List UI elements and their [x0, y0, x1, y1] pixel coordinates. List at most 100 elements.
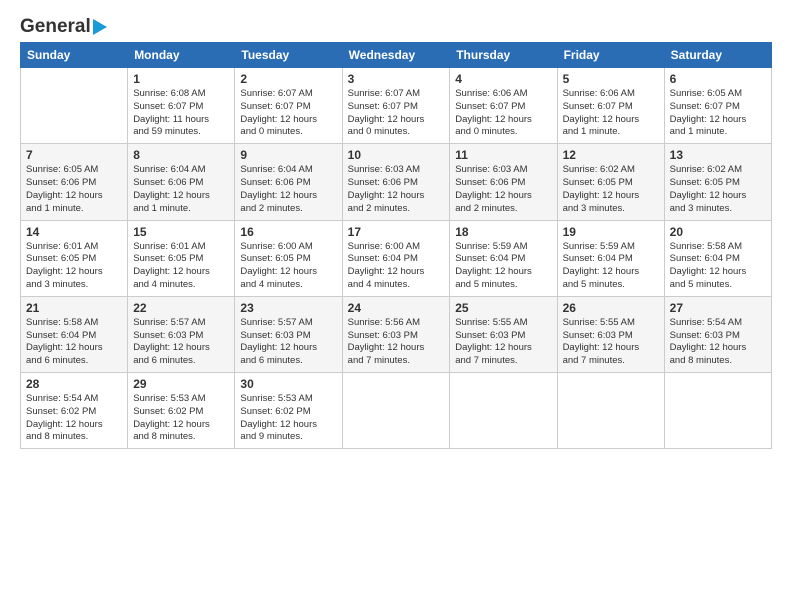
calendar-cell	[664, 373, 771, 449]
day-info: Sunrise: 5:54 AM Sunset: 6:03 PM Dayligh…	[670, 317, 766, 368]
calendar-header: SundayMondayTuesdayWednesdayThursdayFrid…	[21, 43, 772, 68]
calendar-body: 1 Sunrise: 6:08 AM Sunset: 6:07 PM Daylig…	[21, 68, 772, 449]
day-info: Sunrise: 5:55 AM Sunset: 6:03 PM Dayligh…	[563, 317, 659, 368]
calendar-cell: 25Sunrise: 5:55 AM Sunset: 6:03 PM Dayli…	[450, 296, 557, 372]
calendar-cell: 18Sunrise: 5:59 AM Sunset: 6:04 PM Dayli…	[450, 220, 557, 296]
calendar-cell: 3 Sunrise: 6:07 AM Sunset: 6:07 PM Daylig…	[342, 68, 450, 144]
week-row: 14 Sunrise: 6:01 AM Sunset: 6:05 PM Dayli…	[21, 220, 772, 296]
day-info: Sunrise: 5:56 AM Sunset: 6:03 PM Dayligh…	[348, 317, 445, 368]
col-header-sunday: Sunday	[21, 43, 128, 68]
calendar-cell: 26 Sunrise: 5:55 AM Sunset: 6:03 PM Dayli…	[557, 296, 664, 372]
calendar-cell: 7 Sunrise: 6:05 AM Sunset: 6:06 PM Daylig…	[21, 144, 128, 220]
week-row: 21 Sunrise: 5:58 AM Sunset: 6:04 PM Dayli…	[21, 296, 772, 372]
day-info: Sunrise: 6:05 AM Sunset: 6:06 PM Dayligh…	[26, 164, 122, 215]
day-info: Sunrise: 5:59 AM Sunset: 6:04 PM Dayligh…	[455, 241, 551, 292]
day-info: Sunrise: 6:05 AM Sunset: 6:07 PM Dayligh…	[670, 88, 766, 139]
calendar-cell: 12 Sunrise: 6:02 AM Sunset: 6:05 PM Dayli…	[557, 144, 664, 220]
calendar-cell: 23Sunrise: 5:57 AM Sunset: 6:03 PM Dayli…	[235, 296, 342, 372]
day-info: Sunrise: 5:59 AM Sunset: 6:04 PM Dayligh…	[563, 241, 659, 292]
logo: General	[20, 16, 107, 36]
day-info: Sunrise: 6:06 AM Sunset: 6:07 PM Dayligh…	[563, 88, 659, 139]
day-number: 22	[133, 301, 229, 315]
day-info: Sunrise: 6:02 AM Sunset: 6:05 PM Dayligh…	[670, 164, 766, 215]
calendar-cell	[342, 373, 450, 449]
day-number: 12	[563, 148, 659, 162]
calendar-cell: 19 Sunrise: 5:59 AM Sunset: 6:04 PM Dayli…	[557, 220, 664, 296]
calendar-cell: 27Sunrise: 5:54 AM Sunset: 6:03 PM Dayli…	[664, 296, 771, 372]
day-number: 14	[26, 225, 122, 239]
calendar-cell: 24 Sunrise: 5:56 AM Sunset: 6:03 PM Dayli…	[342, 296, 450, 372]
calendar-cell: 8 Sunrise: 6:04 AM Sunset: 6:06 PM Daylig…	[128, 144, 235, 220]
calendar-cell: 5 Sunrise: 6:06 AM Sunset: 6:07 PM Daylig…	[557, 68, 664, 144]
col-header-wednesday: Wednesday	[342, 43, 450, 68]
week-row: 1 Sunrise: 6:08 AM Sunset: 6:07 PM Daylig…	[21, 68, 772, 144]
calendar-cell: 9 Sunrise: 6:04 AM Sunset: 6:06 PM Daylig…	[235, 144, 342, 220]
day-info: Sunrise: 6:03 AM Sunset: 6:06 PM Dayligh…	[348, 164, 445, 215]
calendar-cell: 1 Sunrise: 6:08 AM Sunset: 6:07 PM Daylig…	[128, 68, 235, 144]
day-number: 10	[348, 148, 445, 162]
day-number: 1	[133, 72, 229, 86]
logo-general: General	[20, 16, 91, 38]
day-info: Sunrise: 5:55 AM Sunset: 6:03 PM Dayligh…	[455, 317, 551, 368]
calendar-cell: 28Sunrise: 5:54 AM Sunset: 6:02 PM Dayli…	[21, 373, 128, 449]
day-number: 21	[26, 301, 122, 315]
day-info: Sunrise: 6:04 AM Sunset: 6:06 PM Dayligh…	[133, 164, 229, 215]
day-info: Sunrise: 6:03 AM Sunset: 6:06 PM Dayligh…	[455, 164, 551, 215]
day-number: 13	[670, 148, 766, 162]
day-info: Sunrise: 6:00 AM Sunset: 6:04 PM Dayligh…	[348, 241, 445, 292]
logo-arrow-icon	[93, 19, 107, 35]
calendar-cell: 13 Sunrise: 6:02 AM Sunset: 6:05 PM Dayli…	[664, 144, 771, 220]
calendar-cell	[21, 68, 128, 144]
day-info: Sunrise: 5:53 AM Sunset: 6:02 PM Dayligh…	[240, 393, 336, 444]
calendar-cell: 6 Sunrise: 6:05 AM Sunset: 6:07 PM Daylig…	[664, 68, 771, 144]
calendar-cell: 15 Sunrise: 6:01 AM Sunset: 6:05 PM Dayli…	[128, 220, 235, 296]
calendar-cell	[557, 373, 664, 449]
day-number: 30	[240, 377, 336, 391]
calendar-cell	[450, 373, 557, 449]
col-header-monday: Monday	[128, 43, 235, 68]
day-info: Sunrise: 6:04 AM Sunset: 6:06 PM Dayligh…	[240, 164, 336, 215]
day-number: 29	[133, 377, 229, 391]
calendar-cell: 14 Sunrise: 6:01 AM Sunset: 6:05 PM Dayli…	[21, 220, 128, 296]
calendar-cell: 11Sunrise: 6:03 AM Sunset: 6:06 PM Dayli…	[450, 144, 557, 220]
day-info: Sunrise: 6:07 AM Sunset: 6:07 PM Dayligh…	[348, 88, 445, 139]
calendar-cell: 29 Sunrise: 5:53 AM Sunset: 6:02 PM Dayli…	[128, 373, 235, 449]
day-info: Sunrise: 6:02 AM Sunset: 6:05 PM Dayligh…	[563, 164, 659, 215]
day-number: 3	[348, 72, 445, 86]
day-number: 20	[670, 225, 766, 239]
day-info: Sunrise: 5:57 AM Sunset: 6:03 PM Dayligh…	[240, 317, 336, 368]
day-number: 24	[348, 301, 445, 315]
header: General	[20, 16, 772, 36]
day-number: 5	[563, 72, 659, 86]
col-header-tuesday: Tuesday	[235, 43, 342, 68]
day-number: 17	[348, 225, 445, 239]
day-info: Sunrise: 6:00 AM Sunset: 6:05 PM Dayligh…	[240, 241, 336, 292]
day-number: 6	[670, 72, 766, 86]
week-row: 7 Sunrise: 6:05 AM Sunset: 6:06 PM Daylig…	[21, 144, 772, 220]
day-number: 9	[240, 148, 336, 162]
calendar-cell: 16 Sunrise: 6:00 AM Sunset: 6:05 PM Dayli…	[235, 220, 342, 296]
calendar-cell: 2Sunrise: 6:07 AM Sunset: 6:07 PM Daylig…	[235, 68, 342, 144]
day-info: Sunrise: 6:01 AM Sunset: 6:05 PM Dayligh…	[133, 241, 229, 292]
day-number: 8	[133, 148, 229, 162]
calendar-cell: 17 Sunrise: 6:00 AM Sunset: 6:04 PM Dayli…	[342, 220, 450, 296]
day-info: Sunrise: 5:53 AM Sunset: 6:02 PM Dayligh…	[133, 393, 229, 444]
day-number: 4	[455, 72, 551, 86]
day-info: Sunrise: 6:06 AM Sunset: 6:07 PM Dayligh…	[455, 88, 551, 139]
header-row: SundayMondayTuesdayWednesdayThursdayFrid…	[21, 43, 772, 68]
day-info: Sunrise: 6:01 AM Sunset: 6:05 PM Dayligh…	[26, 241, 122, 292]
day-number: 19	[563, 225, 659, 239]
day-info: Sunrise: 5:58 AM Sunset: 6:04 PM Dayligh…	[26, 317, 122, 368]
week-row: 28Sunrise: 5:54 AM Sunset: 6:02 PM Dayli…	[21, 373, 772, 449]
day-info: Sunrise: 5:57 AM Sunset: 6:03 PM Dayligh…	[133, 317, 229, 368]
day-number: 15	[133, 225, 229, 239]
day-number: 2	[240, 72, 336, 86]
day-number: 28	[26, 377, 122, 391]
col-header-thursday: Thursday	[450, 43, 557, 68]
calendar-cell: 20 Sunrise: 5:58 AM Sunset: 6:04 PM Dayli…	[664, 220, 771, 296]
day-info: Sunrise: 6:08 AM Sunset: 6:07 PM Dayligh…	[133, 88, 229, 139]
day-number: 16	[240, 225, 336, 239]
day-info: Sunrise: 5:58 AM Sunset: 6:04 PM Dayligh…	[670, 241, 766, 292]
day-number: 7	[26, 148, 122, 162]
day-number: 26	[563, 301, 659, 315]
